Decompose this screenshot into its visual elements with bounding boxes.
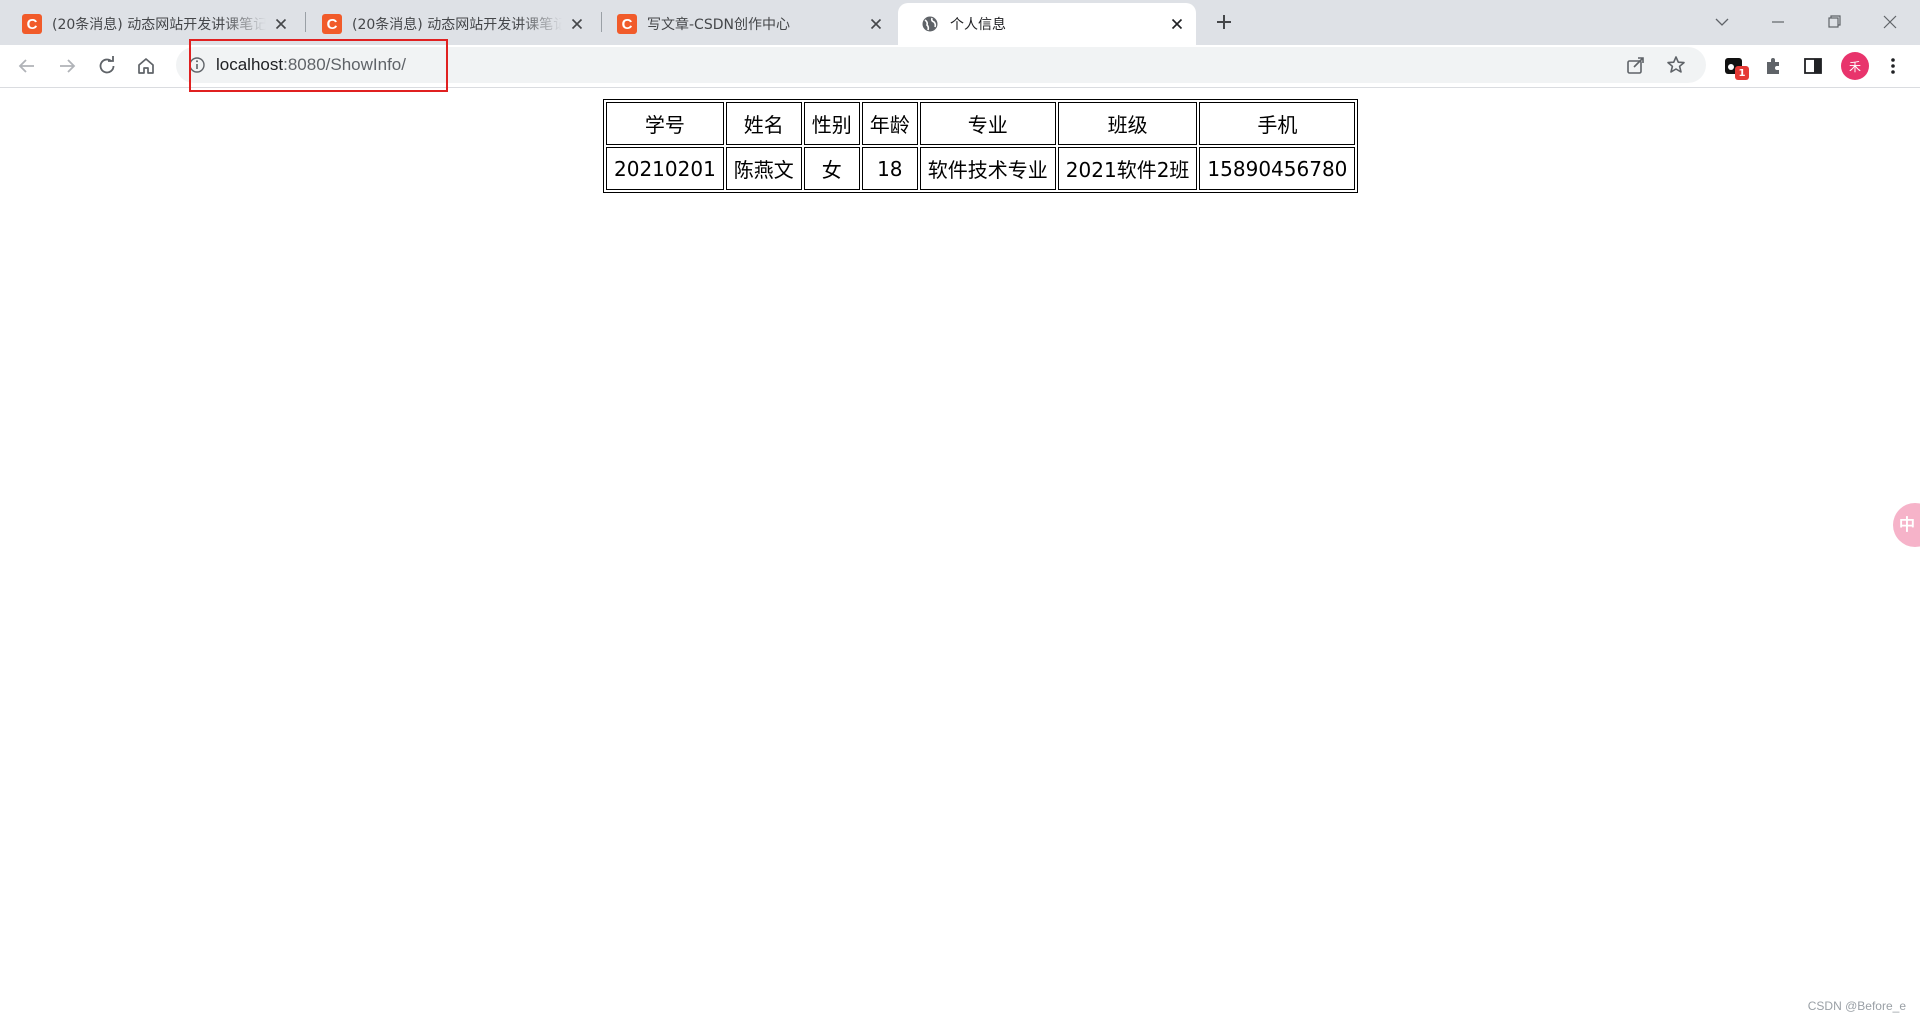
watermark: CSDN @Before_e — [1807, 999, 1906, 1013]
table-header-row: 学号 姓名 性别 年龄 专业 班级 手机 — [606, 102, 1356, 145]
tab-search-chevron-icon[interactable] — [1708, 8, 1736, 36]
forward-arrow-icon[interactable] — [55, 54, 79, 78]
bookmark-star-icon[interactable] — [1664, 53, 1688, 77]
reload-icon[interactable] — [95, 54, 119, 78]
student-info-table: 学号 姓名 性别 年龄 专业 班级 手机 20210201 陈燕文 女 18 软… — [603, 99, 1359, 193]
column-header: 性别 — [803, 102, 860, 145]
column-header: 专业 — [919, 102, 1056, 145]
url-host: localhost — [216, 55, 284, 74]
extensions-puzzle-icon[interactable] — [1762, 54, 1786, 78]
column-header: 年龄 — [861, 102, 918, 145]
side-panel-icon[interactable] — [1801, 54, 1825, 78]
table-cell: 18 — [861, 147, 918, 190]
back-arrow-icon[interactable] — [15, 54, 39, 78]
tab-strip: C (20条消息) 动态网站开发讲课笔记 C (20条消息) 动态网站开发讲课笔… — [0, 0, 1920, 45]
close-icon[interactable] — [867, 15, 885, 33]
tab-csdn-notes-2[interactable]: C (20条消息) 动态网站开发讲课笔记 — [300, 3, 596, 45]
profile-avatar[interactable]: 禾 — [1841, 52, 1869, 80]
tab-personal-info[interactable]: 个人信息 — [898, 3, 1196, 45]
close-icon[interactable] — [568, 15, 586, 33]
restore-icon[interactable] — [1820, 8, 1848, 36]
address-bar[interactable]: localhost:8080/ShowInfo/ — [176, 47, 1706, 83]
close-icon[interactable] — [1168, 15, 1186, 33]
browser-toolbar: localhost:8080/ShowInfo/ — [0, 45, 1920, 88]
tab-title: 写文章-CSDN创作中心 — [647, 17, 790, 33]
more-menu-icon[interactable] — [1881, 54, 1905, 78]
tab-title: (20条消息) 动态网站开发讲课笔记 — [352, 17, 562, 33]
table-cell: 女 — [803, 147, 860, 190]
column-header: 学号 — [606, 102, 724, 145]
site-info-icon[interactable] — [188, 56, 206, 74]
table-row: 20210201 陈燕文 女 18 软件技术专业 2021软件2班 158904… — [606, 147, 1356, 190]
tab-csdn-notes-1[interactable]: C (20条消息) 动态网站开发讲课笔记 — [0, 3, 300, 45]
column-header: 手机 — [1199, 102, 1356, 145]
url-text[interactable]: localhost:8080/ShowInfo/ — [216, 47, 406, 83]
minimize-icon[interactable] — [1764, 8, 1792, 36]
translate-float-button[interactable]: 中 — [1893, 503, 1920, 547]
table-cell: 15890456780 — [1199, 147, 1356, 190]
window-close-icon[interactable] — [1876, 8, 1904, 36]
csdn-c-icon: C — [617, 14, 637, 34]
table-cell: 软件技术专业 — [919, 147, 1056, 190]
table-cell: 2021软件2班 — [1057, 147, 1198, 190]
csdn-c-icon: C — [22, 14, 42, 34]
url-path: :8080/ShowInfo/ — [283, 55, 406, 74]
close-icon[interactable] — [272, 15, 290, 33]
share-icon[interactable] — [1624, 53, 1648, 77]
new-tab-plus-icon[interactable] — [1212, 10, 1236, 34]
tab-csdn-editor[interactable]: C 写文章-CSDN创作中心 — [595, 3, 895, 45]
extension-badge: 1 — [1735, 66, 1749, 80]
column-header: 班级 — [1057, 102, 1198, 145]
column-header: 姓名 — [725, 102, 802, 145]
tab-title: (20条消息) 动态网站开发讲课笔记 — [52, 17, 266, 33]
table-cell: 20210201 — [606, 147, 724, 190]
globe-icon — [922, 16, 938, 32]
tab-title: 个人信息 — [950, 17, 1006, 33]
csdn-c-icon: C — [322, 14, 342, 34]
table-cell: 陈燕文 — [725, 147, 802, 190]
home-icon[interactable] — [134, 54, 158, 78]
